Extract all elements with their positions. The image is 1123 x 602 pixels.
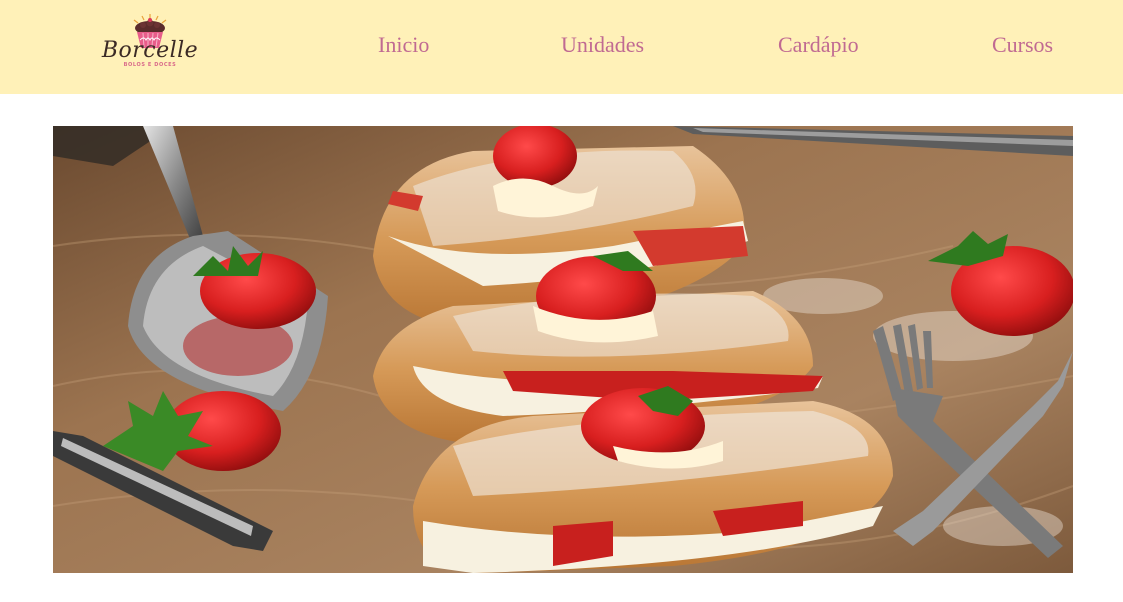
nav-link-cardapio[interactable]: Cardápio	[778, 32, 859, 58]
nav-link-cursos[interactable]: Cursos	[992, 32, 1053, 58]
nav-link-inicio[interactable]: Inicio	[378, 32, 429, 58]
brand-logo[interactable]: Borcelle BOLOS E DOCES	[88, 14, 212, 74]
brand-tagline: BOLOS E DOCES	[123, 62, 177, 68]
hero-photo	[53, 126, 1073, 573]
hero-banner	[53, 126, 1073, 573]
brand-name: Borcelle	[101, 38, 199, 63]
site-header: Borcelle BOLOS E DOCES Inicio Unidades C…	[0, 0, 1123, 94]
nav-link-unidades[interactable]: Unidades	[561, 32, 644, 58]
